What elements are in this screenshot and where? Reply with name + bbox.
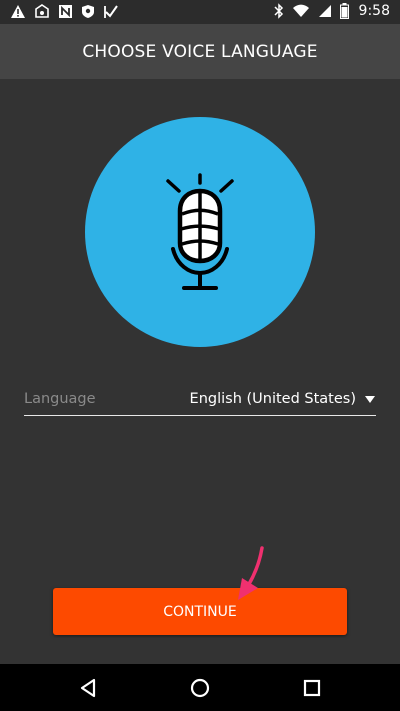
wifi-icon bbox=[292, 4, 310, 18]
n-icon bbox=[58, 4, 73, 19]
signal-icon bbox=[318, 4, 332, 18]
dropdown-arrow-icon[interactable] bbox=[365, 396, 375, 403]
check-flag-icon bbox=[103, 4, 118, 19]
language-selected-value[interactable]: English (United States) bbox=[190, 391, 356, 407]
eye-shield-icon bbox=[34, 4, 50, 19]
status-right-icons: 9:58 bbox=[274, 3, 390, 19]
back-icon[interactable] bbox=[75, 675, 101, 701]
system-nav-bar bbox=[0, 664, 400, 711]
language-label: Language bbox=[24, 391, 96, 407]
battery-icon bbox=[339, 3, 349, 19]
language-dropdown[interactable]: Language English (United States) bbox=[24, 382, 376, 416]
continue-button[interactable]: CONTINUE bbox=[53, 588, 347, 635]
recents-icon[interactable] bbox=[299, 675, 325, 701]
status-time: 9:58 bbox=[358, 3, 390, 19]
continue-button-label: CONTINUE bbox=[163, 603, 237, 620]
status-left-icons bbox=[10, 4, 118, 19]
warning-icon bbox=[10, 4, 26, 19]
shield-icon bbox=[81, 4, 95, 19]
home-icon[interactable] bbox=[187, 675, 213, 701]
pointer-arrow-icon bbox=[236, 546, 266, 611]
app-header: CHOOSE VOICE LANGUAGE bbox=[0, 24, 400, 79]
page-title: CHOOSE VOICE LANGUAGE bbox=[82, 41, 318, 62]
microphone-icon bbox=[166, 173, 234, 290]
microphone-hero bbox=[85, 117, 315, 347]
bluetooth-icon bbox=[274, 3, 284, 19]
status-bar: 9:58 bbox=[0, 0, 400, 24]
